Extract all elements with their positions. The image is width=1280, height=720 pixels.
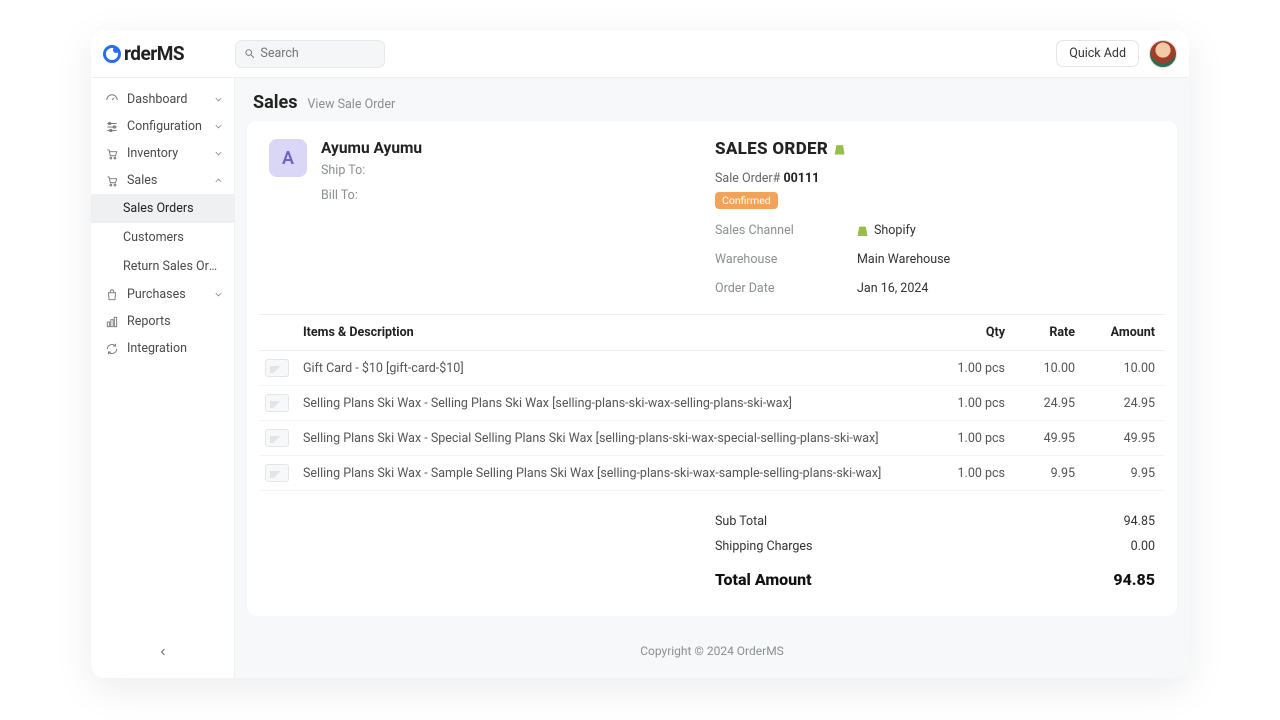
meta-date: Order Date Jan 16, 2024	[715, 281, 1155, 296]
meta-warehouse: Warehouse Main Warehouse	[715, 252, 1155, 267]
table-header: Items & Description Qty Rate Amount	[259, 314, 1165, 351]
sidebar-sub-sales-orders[interactable]: Sales Orders	[91, 194, 234, 223]
sidebar-item-inventory[interactable]: Inventory	[91, 140, 234, 167]
chevron-down-icon	[213, 148, 224, 159]
bag-icon	[105, 288, 119, 302]
sidebar-sub-customers[interactable]: Customers	[91, 223, 234, 252]
sidebar-item-dashboard[interactable]: Dashboard	[91, 86, 234, 113]
total-row: Total Amount 94.85	[715, 565, 1155, 594]
bill-to-label: Bill To:	[321, 188, 422, 203]
sidebar-item-label: Integration	[127, 341, 187, 356]
image-icon	[265, 359, 289, 377]
chevron-down-icon	[213, 289, 224, 300]
table-row: Selling Plans Ski Wax - Selling Plans Sk…	[259, 386, 1165, 421]
th-rate: Rate	[1005, 325, 1075, 340]
image-icon	[265, 464, 289, 482]
sidebar: Dashboard Configuration Inventory Sales …	[91, 78, 235, 678]
sync-icon	[105, 342, 119, 356]
order-column: SALES ORDER Sale Order# 00111 Confirmed …	[715, 139, 1155, 296]
sidebar-sub-return-sales[interactable]: Return Sales Ord...	[91, 252, 234, 281]
footer: Copyright © 2024 OrderMS	[235, 628, 1189, 678]
avatar[interactable]	[1149, 40, 1177, 68]
search-icon	[244, 47, 255, 60]
totals: Sub Total 94.85 Shipping Charges 0.00 To…	[715, 509, 1155, 594]
sidebar-item-label: Dashboard	[127, 92, 187, 107]
order-number: Sale Order# 00111	[715, 171, 1155, 186]
sidebar-item-purchases[interactable]: Purchases	[91, 281, 234, 308]
sidebar-item-label: Configuration	[127, 119, 202, 134]
search-input[interactable]	[260, 46, 376, 61]
sidebar-item-integration[interactable]: Integration	[91, 335, 234, 362]
th-desc: Items & Description	[303, 325, 935, 340]
status-badge: Confirmed	[715, 192, 778, 209]
ship-to-label: Ship To:	[321, 163, 422, 178]
meta-channel: Sales Channel Shopify	[715, 223, 1155, 238]
gauge-icon	[105, 93, 119, 107]
shipping-row: Shipping Charges 0.00	[715, 534, 1155, 559]
customer-initial-badge: A	[269, 139, 307, 177]
subtotal-row: Sub Total 94.85	[715, 509, 1155, 534]
sidebar-item-label: Inventory	[127, 146, 178, 161]
sidebar-collapse[interactable]	[91, 634, 234, 670]
sliders-icon	[105, 120, 119, 134]
search-field[interactable]	[235, 40, 385, 68]
sidebar-item-reports[interactable]: Reports	[91, 308, 234, 335]
cart-icon	[105, 174, 119, 188]
table-row: Selling Plans Ski Wax - Sample Selling P…	[259, 456, 1165, 491]
th-amount: Amount	[1075, 325, 1155, 340]
chevron-up-icon	[213, 175, 224, 186]
image-icon	[265, 394, 289, 412]
cart-icon	[105, 147, 119, 161]
order-heading: SALES ORDER	[715, 139, 1155, 159]
sidebar-item-label: Reports	[127, 314, 171, 329]
table-row: Gift Card - $10 [gift-card-$10] 1.00 pcs…	[259, 351, 1165, 386]
card-head: A Ayumu Ayumu Ship To: Bill To: SALES OR…	[247, 139, 1177, 308]
shopify-icon	[834, 144, 845, 155]
table-row: Selling Plans Ski Wax - Special Selling …	[259, 421, 1165, 456]
customer-info: Ayumu Ayumu Ship To: Bill To:	[321, 139, 422, 296]
logo: rderMS	[103, 42, 235, 65]
app-shell: rderMS Quick Add Dashboard Configuration	[91, 30, 1189, 678]
chevron-down-icon	[213, 121, 224, 132]
sidebar-item-label: Purchases	[127, 287, 186, 302]
body-row: Dashboard Configuration Inventory Sales …	[91, 78, 1189, 678]
logo-text: rderMS	[124, 42, 184, 65]
logo-icon	[103, 45, 121, 63]
sidebar-item-configuration[interactable]: Configuration	[91, 113, 234, 140]
topbar: rderMS Quick Add	[91, 30, 1189, 78]
page-title: Sales	[253, 92, 297, 113]
sidebar-item-sales[interactable]: Sales	[91, 167, 234, 194]
main: Sales View Sale Order A Ayumu Ayumu Ship…	[235, 78, 1189, 678]
customer-column: A Ayumu Ayumu Ship To: Bill To:	[269, 139, 715, 296]
breadcrumb: Sales View Sale Order	[235, 78, 1189, 121]
chevron-left-icon	[157, 646, 169, 658]
customer-name: Ayumu Ayumu	[321, 139, 422, 157]
shopify-icon	[857, 225, 868, 236]
sidebar-item-label: Sales	[127, 173, 157, 188]
page-subtitle: View Sale Order	[307, 97, 395, 112]
chevron-down-icon	[213, 94, 224, 105]
chart-icon	[105, 315, 119, 329]
th-qty: Qty	[935, 325, 1005, 340]
items-table: Items & Description Qty Rate Amount Gift…	[259, 314, 1165, 491]
order-card: A Ayumu Ayumu Ship To: Bill To: SALES OR…	[247, 121, 1177, 616]
quick-add-button[interactable]: Quick Add	[1056, 40, 1139, 67]
image-icon	[265, 429, 289, 447]
